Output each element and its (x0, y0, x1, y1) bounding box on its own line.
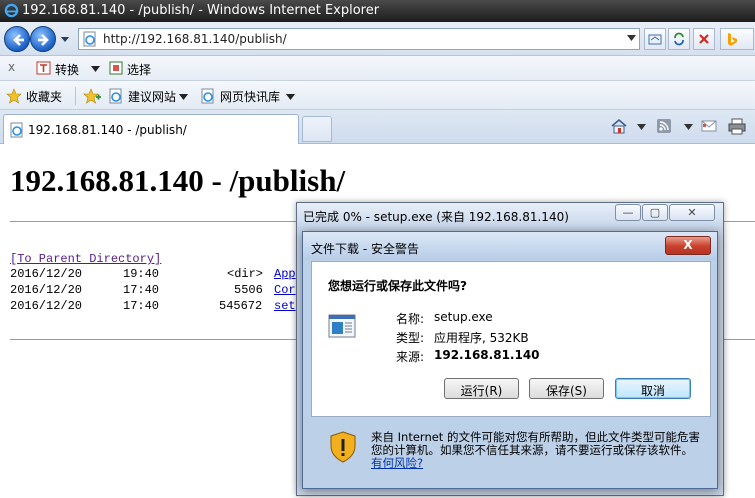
favorites-star-icon (6, 88, 22, 104)
favorites-divider (75, 87, 76, 105)
stop-icon (699, 34, 709, 44)
page-icon (83, 31, 96, 47)
page-icon (10, 122, 23, 138)
type-value: 应用程序, 532KB (434, 331, 529, 345)
translate-button[interactable]: 转换 (55, 61, 79, 78)
home-icon[interactable] (610, 118, 628, 134)
dialog-warning-footer: 来自 Internet 的文件可能对您有所帮助，但此文件类型可能危害您的计算机。… (311, 425, 711, 483)
ie-logo-icon (4, 3, 19, 18)
close-icon: X (683, 238, 693, 252)
security-warning-dialog: 文件下载 - 安全警告 X 您想运行或保存此文件吗? 名称: setup.exe… (302, 231, 718, 489)
tab-label: 192.168.81.140 - /publish/ (28, 123, 187, 137)
dialog-question: 您想运行或保存此文件吗? (328, 279, 467, 293)
page-title: 192.168.81.140 - /publish/ (10, 163, 346, 198)
save-button[interactable]: 保存(S) (529, 378, 604, 399)
row-time: 17:40 (123, 283, 160, 297)
cancel-button[interactable]: 取消 (615, 378, 691, 399)
dialog-title: 文件下载 - 安全警告 (311, 242, 419, 256)
web-slice-button[interactable]: 网页快讯库 (220, 88, 280, 105)
close-toolbar-icon[interactable]: x (8, 60, 15, 74)
from-value: 192.168.81.140 (434, 348, 540, 362)
translate-dropdown-icon[interactable] (91, 66, 100, 72)
minimize-button[interactable]: — (615, 204, 641, 221)
row-date: 2016/12/20 (10, 267, 83, 281)
refresh-button[interactable] (668, 28, 690, 50)
warning-message: 来自 Internet 的文件可能对您有所帮助，但此文件类型可能危害您的计算机。… (371, 430, 700, 457)
table-row: 2016/12/20 17:40 5506 Cor (10, 283, 296, 297)
name-label: 名称: (396, 312, 425, 326)
maximize-button[interactable]: ▢ (642, 204, 668, 221)
row-size: 545672 (219, 299, 263, 313)
progress-title-bar: 已完成 0% - setup.exe (来自 192.168.81.140) —… (297, 203, 723, 227)
favorites-button[interactable]: 收藏夹 (26, 88, 62, 105)
forward-button[interactable] (30, 26, 56, 52)
row-time: 19:40 (123, 267, 160, 281)
command-bar: x 转换 选择 (0, 56, 755, 81)
name-value: setup.exe (434, 310, 493, 324)
row-time: 17:40 (123, 299, 160, 313)
refresh-icon (674, 32, 684, 46)
back-button[interactable] (4, 26, 30, 52)
history-dropdown-icon[interactable] (60, 36, 70, 44)
type-label: 类型: (396, 331, 425, 345)
progress-close-button[interactable]: ✕ (669, 204, 715, 221)
window-title-bar: 192.168.81.140 - /publish/ - Windows Int… (0, 0, 755, 22)
translate-icon (36, 61, 51, 75)
add-favorite-icon[interactable] (83, 88, 101, 104)
warning-shield-icon (330, 431, 356, 463)
arrow-left-icon (13, 34, 24, 46)
address-bar[interactable]: http://192.168.81.140/publish/ (78, 28, 640, 50)
from-label: 来源: (396, 350, 425, 364)
suggested-sites-button[interactable]: 建议网站 (128, 88, 176, 105)
print-icon[interactable] (728, 118, 746, 135)
row-date: 2016/12/20 (10, 283, 83, 297)
new-tab-button[interactable] (302, 116, 332, 142)
save-button-label: 保存(S) (546, 384, 587, 398)
feed-dropdown-icon[interactable] (684, 124, 693, 130)
suggested-sites-icon (109, 88, 122, 104)
cancel-button-label: 取消 (640, 384, 665, 398)
progress-title: 已完成 0% - setup.exe (来自 192.168.81.140) (303, 210, 569, 224)
row-file-link[interactable]: Cor (274, 283, 296, 297)
web-slice-icon (201, 88, 214, 104)
table-row: 2016/12/20 17:40 545672 set (10, 299, 296, 313)
mail-icon[interactable] (700, 118, 718, 134)
row-size: 5506 (234, 283, 263, 297)
run-button-label: 运行(R) (460, 384, 503, 398)
arrow-right-icon (38, 34, 49, 46)
stop-button[interactable] (693, 28, 715, 50)
parent-directory-row: [To Parent Directory] (10, 252, 161, 266)
home-dropdown-icon[interactable] (637, 124, 646, 130)
dialog-close-button[interactable]: X (665, 236, 711, 255)
row-date: 2016/12/20 (10, 299, 83, 313)
table-row: 2016/12/20 19:40 <dir> App (10, 267, 296, 281)
dialog-title-bar: 文件下载 - 安全警告 X (303, 232, 717, 260)
parent-directory-link[interactable]: [To Parent Directory] (10, 252, 161, 266)
application-file-icon (328, 314, 356, 338)
web-slice-dropdown-icon[interactable] (286, 94, 295, 100)
row-size: <dir> (227, 267, 264, 281)
compatibility-icon (648, 34, 662, 45)
warning-text: 来自 Internet 的文件可能对您有所帮助，但此文件类型可能危害您的计算机。… (371, 431, 701, 470)
search-provider-button[interactable] (720, 28, 754, 50)
run-button[interactable]: 运行(R) (444, 378, 519, 399)
row-file-link[interactable]: App (274, 267, 296, 281)
window-title: 192.168.81.140 - /publish/ - Windows Int… (22, 3, 380, 18)
suggested-sites-dropdown-icon[interactable] (179, 94, 188, 100)
select-button[interactable]: 选择 (127, 61, 151, 78)
address-text: http://192.168.81.140/publish/ (103, 32, 287, 46)
select-icon (109, 61, 123, 75)
compatibility-view-button[interactable] (644, 28, 666, 50)
risk-link[interactable]: 有何风险? (371, 456, 423, 470)
dialog-body: 您想运行或保存此文件吗? 名称: setup.exe 类型: 应用程序, 532… (311, 261, 711, 417)
address-dropdown-icon[interactable] (627, 35, 636, 42)
tab-bar: 192.168.81.140 - /publish/ (0, 110, 755, 144)
rss-feed-icon[interactable] (656, 118, 672, 134)
navigation-bar: http://192.168.81.140/publish/ (0, 22, 755, 56)
favorites-bar: 收藏夹 建议网站 网页快讯库 (0, 81, 755, 110)
tab-publish[interactable]: 192.168.81.140 - /publish/ (3, 114, 299, 144)
bing-icon (728, 33, 737, 46)
row-file-link[interactable]: set (274, 299, 296, 313)
